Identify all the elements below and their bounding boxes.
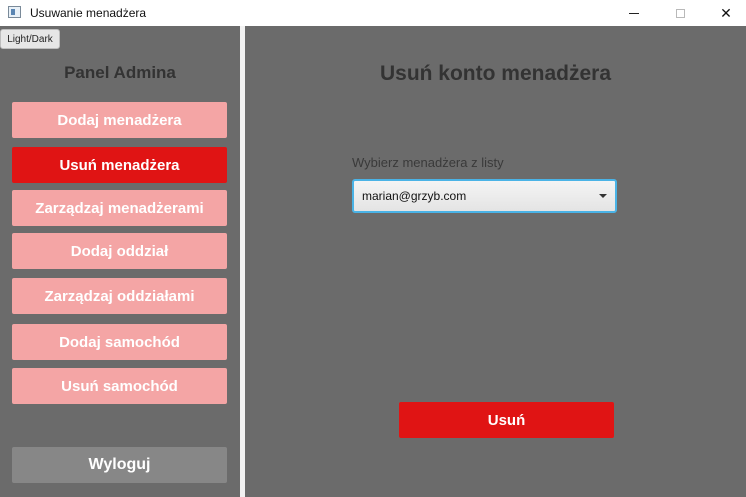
app-icon — [8, 6, 21, 18]
nav-add-manager-button[interactable]: Dodaj menadżera — [12, 102, 227, 138]
nav-add-branch-button[interactable]: Dodaj oddział — [12, 233, 227, 269]
nav-remove-manager-button[interactable]: Usuń menadżera — [12, 147, 227, 183]
nav-add-car-button[interactable]: Dodaj samochód — [12, 324, 227, 360]
manager-select-value: marian@grzyb.com — [362, 189, 467, 203]
maximize-button[interactable] — [657, 0, 703, 26]
sidebar: Light/Dark Panel Admina Dodaj menadżera … — [0, 26, 240, 497]
theme-toggle-button[interactable]: Light/Dark — [0, 29, 60, 49]
nav-remove-car-button[interactable]: Usuń samochód — [12, 368, 227, 404]
minimize-icon — [629, 12, 639, 14]
panel-title: Panel Admina — [64, 63, 176, 82]
window-title: Usuwanie menadżera — [30, 6, 147, 20]
logout-button[interactable]: Wyloguj — [12, 447, 227, 483]
nav-manage-branches-button[interactable]: Zarządzaj oddziałami — [12, 278, 227, 314]
main-content: Usuń konto menadżera Wybierz menadżera z… — [245, 26, 746, 497]
manager-select[interactable]: marian@grzyb.com — [352, 179, 617, 213]
close-icon: ✕ — [720, 4, 732, 21]
minimize-button[interactable] — [611, 0, 657, 26]
chevron-down-icon — [599, 194, 607, 198]
page-title: Usuń konto menadżera — [379, 62, 612, 85]
nav-manage-managers-button[interactable]: Zarządzaj menadżerami — [12, 190, 227, 226]
title-bar: Usuwanie menadżera ✕ — [0, 0, 746, 26]
delete-button[interactable]: Usuń — [399, 402, 614, 438]
maximize-icon — [675, 8, 685, 18]
manager-select-label: Wybierz menadżera z listy — [352, 155, 504, 170]
close-button[interactable]: ✕ — [703, 0, 746, 26]
